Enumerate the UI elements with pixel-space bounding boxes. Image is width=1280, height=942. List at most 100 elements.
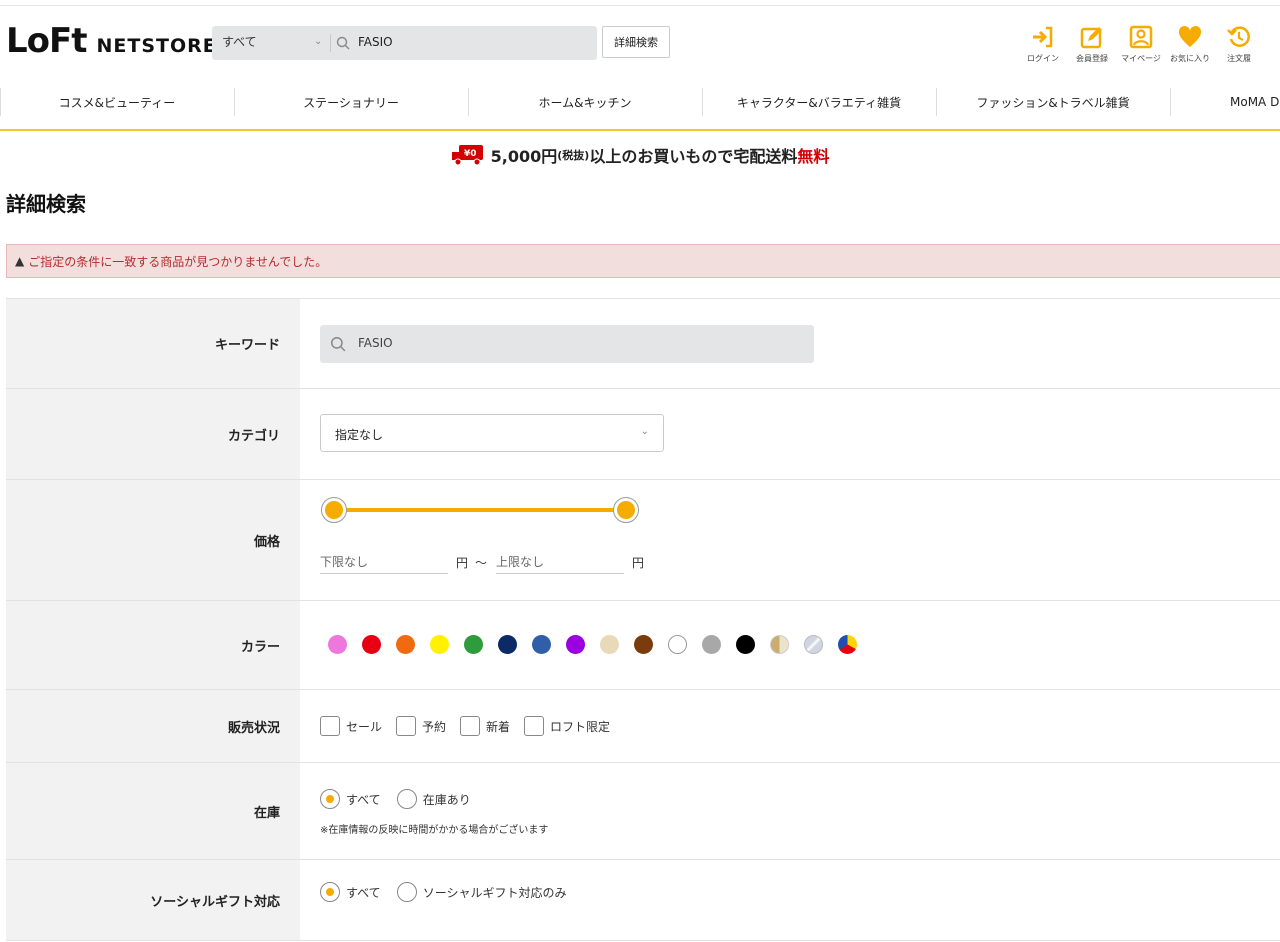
header-order-history-link[interactable]: 注文履 bbox=[1216, 24, 1262, 64]
nav-item-fashion-travel[interactable]: ファッション&トラベル雑貨 bbox=[936, 86, 1170, 118]
header-icon-label: 注文履 bbox=[1227, 54, 1251, 63]
color-swatch-brown[interactable] bbox=[634, 635, 653, 654]
color-swatch-yellow[interactable] bbox=[430, 635, 449, 654]
chevron-down-icon: ⌄ bbox=[640, 426, 649, 437]
free-shipping-banner[interactable]: ¥0 5,000円 (税抜) 以上のお買いもので宅配送料 無料 bbox=[0, 143, 1280, 167]
price-slider-track[interactable] bbox=[334, 508, 626, 512]
color-swatch-orange[interactable] bbox=[396, 635, 415, 654]
svg-text:¥0: ¥0 bbox=[464, 149, 477, 159]
header-register-link[interactable]: 会員登録 bbox=[1069, 24, 1115, 64]
advanced-search-button[interactable]: 詳細検索 bbox=[602, 26, 670, 58]
radio-selected[interactable] bbox=[320, 882, 340, 902]
no-results-alert: ▲ ご指定の条件に一致する商品が見つかりませんでした。 bbox=[6, 244, 1280, 278]
header-icon-label: お気に入り bbox=[1170, 54, 1210, 63]
color-swatch-silver[interactable] bbox=[804, 635, 823, 654]
checkbox-box[interactable] bbox=[320, 716, 340, 736]
nav-item-moma[interactable]: MoMA D bbox=[1170, 86, 1280, 118]
site-logo[interactable]: LoFt NETSTORE bbox=[6, 24, 217, 64]
price-slider-min-handle[interactable] bbox=[321, 497, 347, 523]
price-slider-max-handle[interactable] bbox=[613, 497, 639, 523]
header-icon-label: マイページ bbox=[1121, 54, 1161, 63]
radio-unselected[interactable] bbox=[396, 882, 417, 902]
color-swatch-gold[interactable] bbox=[770, 635, 789, 654]
header-favorite-link[interactable]: お気に入り bbox=[1167, 24, 1213, 64]
color-row: カラー bbox=[6, 601, 1280, 690]
header-login-link[interactable]: ログイン bbox=[1020, 24, 1066, 64]
price-field-cell: 下限なし 円 ～ 上限なし 円 bbox=[300, 480, 1280, 600]
price-label: 価格 bbox=[6, 480, 300, 600]
search-scope-select[interactable]: すべて bbox=[222, 33, 257, 50]
color-swatch-gray[interactable] bbox=[702, 635, 721, 654]
keyword-input[interactable]: FASIO bbox=[320, 325, 814, 363]
stock-available-radio[interactable]: 在庫あり bbox=[396, 789, 471, 809]
checkbox-label: 新着 bbox=[486, 719, 511, 734]
alert-text: ご指定の条件に一致する商品が見つかりませんでした。 bbox=[28, 254, 328, 269]
color-swatch-navy[interactable] bbox=[498, 635, 517, 654]
login-icon bbox=[1033, 26, 1053, 48]
stock-options: すべて 在庫あり bbox=[320, 789, 487, 809]
radio-unselected[interactable] bbox=[396, 789, 417, 809]
sales-status-label: 販売状況 bbox=[6, 690, 300, 762]
price-min-input[interactable]: 下限なし bbox=[320, 540, 448, 574]
stock-row: 在庫 すべて 在庫あり ※在庫情報の反映に時間がかかる場合がございます bbox=[6, 763, 1280, 860]
radio-label: ソーシャルギフト対応のみ bbox=[422, 885, 567, 900]
search-icon bbox=[336, 35, 350, 54]
radio-selected[interactable] bbox=[320, 789, 340, 809]
checkbox-box[interactable] bbox=[460, 716, 481, 736]
color-swatch-white[interactable] bbox=[668, 635, 687, 654]
price-max-input[interactable]: 上限なし bbox=[496, 540, 624, 574]
color-swatch-multi[interactable] bbox=[838, 635, 857, 654]
header-mypage-link[interactable]: マイページ bbox=[1118, 24, 1164, 64]
stock-note: ※在庫情報の反映に時間がかかる場合がございます bbox=[320, 825, 549, 836]
header-icon-menu: ログイン 会員登録 マイページ お気に入り 注文履 bbox=[1020, 24, 1265, 64]
category-label: カテゴリ bbox=[6, 389, 300, 479]
nav-item-stationery[interactable]: ステーショナリー bbox=[234, 86, 468, 118]
social-gift-field-cell: すべて ソーシャルギフト対応のみ bbox=[300, 860, 1280, 940]
checkbox-label: ロフト限定 bbox=[550, 719, 611, 734]
search-input[interactable]: FASIO bbox=[358, 35, 393, 49]
sales-status-row: 販売状況 セール 予約 新着 ロフト限定 bbox=[6, 690, 1280, 763]
color-swatch-black[interactable] bbox=[736, 635, 755, 654]
banner-tax-note: (税抜) bbox=[557, 149, 590, 162]
stock-label: 在庫 bbox=[6, 763, 300, 859]
social-gift-row: ソーシャルギフト対応 すべて ソーシャルギフト対応のみ bbox=[6, 860, 1280, 941]
stock-field-cell: すべて 在庫あり ※在庫情報の反映に時間がかかる場合がございます bbox=[300, 763, 1280, 859]
nav-underline bbox=[0, 129, 1280, 131]
social-gift-only-radio[interactable]: ソーシャルギフト対応のみ bbox=[396, 882, 567, 902]
color-swatch-pink[interactable] bbox=[328, 635, 347, 654]
stock-all-radio[interactable]: すべて bbox=[320, 789, 381, 809]
color-swatch-green[interactable] bbox=[464, 635, 483, 654]
register-icon bbox=[1080, 27, 1102, 49]
color-swatch-blue[interactable] bbox=[532, 635, 551, 654]
reservation-checkbox[interactable]: 予約 bbox=[396, 716, 446, 736]
social-gift-all-radio[interactable]: すべて bbox=[320, 882, 381, 902]
checkbox-label: セール bbox=[346, 719, 383, 734]
banner-text: 以上のお買いもので宅配送料 bbox=[589, 147, 798, 166]
checkbox-label: 予約 bbox=[422, 719, 447, 734]
favorite-icon bbox=[1178, 25, 1202, 47]
price-max-unit: 円 bbox=[632, 556, 645, 570]
color-swatch-purple[interactable] bbox=[566, 635, 585, 654]
checkbox-box[interactable] bbox=[396, 716, 417, 736]
mypage-icon bbox=[1129, 25, 1153, 49]
price-tilde: ～ bbox=[475, 556, 488, 570]
category-selected-value: 指定なし bbox=[335, 428, 384, 442]
search-icon bbox=[330, 336, 346, 356]
new-arrival-checkbox[interactable]: 新着 bbox=[460, 716, 510, 736]
order-history-icon bbox=[1227, 26, 1250, 47]
color-swatch-beige[interactable] bbox=[600, 635, 619, 654]
keyword-row: キーワード FASIO bbox=[6, 299, 1280, 389]
nav-item-home-kitchen[interactable]: ホーム&キッチン bbox=[468, 86, 702, 118]
price-row: 価格 下限なし 円 ～ 上限なし 円 bbox=[6, 480, 1280, 601]
search-divider bbox=[330, 34, 331, 52]
header-search-bar: すべて ⌄ FASIO bbox=[212, 26, 597, 60]
color-field-cell bbox=[300, 601, 1280, 689]
sale-checkbox[interactable]: セール bbox=[320, 716, 382, 736]
loft-limited-checkbox[interactable]: ロフト限定 bbox=[524, 716, 610, 736]
nav-item-character[interactable]: キャラクター&バラエティ雑貨 bbox=[702, 86, 936, 118]
keyword-field-cell: FASIO bbox=[300, 299, 1280, 388]
category-select[interactable]: 指定なし ⌄ bbox=[320, 414, 664, 452]
color-swatch-red[interactable] bbox=[362, 635, 381, 654]
nav-item-cosme[interactable]: コスメ&ビューティー bbox=[0, 86, 234, 118]
checkbox-box[interactable] bbox=[524, 716, 545, 736]
